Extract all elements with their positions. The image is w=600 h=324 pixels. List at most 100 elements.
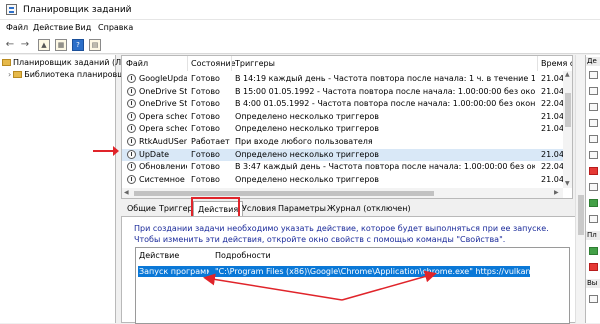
- task-name: Системное о...: [139, 174, 187, 184]
- task-next-run: 22.04.2020 3:47: [541, 162, 563, 172]
- clock-folder-icon: [2, 59, 11, 66]
- task-status: Готово: [191, 149, 220, 159]
- action-row[interactable]: Запуск программы "C:\Program Files (x86)…: [138, 266, 530, 277]
- task-triggers: В 15:00 01.05.1992 - Частота повтора пос…: [235, 86, 535, 96]
- task-clock-icon: [127, 86, 136, 96]
- table-row[interactable]: GoogleUpda... Готово В 14:19 каждый день -…: [122, 73, 572, 85]
- task-list: Файл Состояние Триггеры Время следую Goo…: [121, 55, 573, 199]
- task-triggers: Определено несколько триггеров: [235, 174, 380, 184]
- view-icon[interactable]: [589, 183, 598, 191]
- task-triggers: Определено несколько триггеров: [235, 149, 380, 159]
- task-list-vertical-scrollbar[interactable]: ▲ ▼: [563, 71, 572, 188]
- menu-view[interactable]: Вид: [75, 23, 91, 32]
- column-header-triggers[interactable]: Триггеры: [235, 59, 275, 68]
- task-clock-icon: [127, 111, 136, 121]
- main-vertical-scrollbar[interactable]: [575, 55, 585, 323]
- column-header-status[interactable]: Состояние: [191, 59, 236, 68]
- task-name: GoogleUpda...: [139, 74, 187, 83]
- task-clock-icon: [127, 74, 136, 83]
- disable-icon[interactable]: [589, 135, 598, 143]
- task-icon[interactable]: [589, 87, 598, 95]
- action-pane-section-header: Пл: [586, 231, 600, 240]
- tab-general[interactable]: Общие: [127, 204, 156, 213]
- scroll-left-icon[interactable]: ◀: [124, 189, 129, 196]
- task-status: Готово: [191, 74, 220, 83]
- window-title: Планировщик заданий: [23, 5, 132, 15]
- actions-list: Действие Подробности Запуск программы "C…: [135, 247, 570, 324]
- action-pane-header: Де: [586, 57, 600, 66]
- scroll-thumb[interactable]: [565, 93, 571, 127]
- table-row[interactable]: RtkAudUServ... Работает При входе любого п…: [122, 136, 572, 148]
- task-next-run: 21.04.2020 16:1: [541, 149, 563, 159]
- stop-icon[interactable]: [589, 263, 598, 271]
- menu-action[interactable]: Действие: [33, 23, 73, 32]
- import-icon[interactable]: [589, 103, 598, 111]
- table-row[interactable]: OneDrive Sta... Готово В 15:00 01.05.1992 …: [122, 86, 572, 98]
- task-status: Готово: [191, 174, 220, 184]
- task-name: RtkAudUServ...: [139, 137, 187, 146]
- properties-icon[interactable]: [589, 295, 598, 303]
- task-clock-icon: [127, 137, 136, 146]
- task-name: OneDrive Sta...: [139, 99, 187, 109]
- scroll-thumb[interactable]: [578, 195, 584, 235]
- forward-arrow-icon[interactable]: →: [19, 39, 31, 51]
- scroll-right-icon[interactable]: ▶: [554, 189, 559, 196]
- list-icon[interactable]: [589, 119, 598, 127]
- show-action-pane-icon[interactable]: ▤: [89, 39, 101, 51]
- tab-history[interactable]: Журнал (отключен): [327, 204, 411, 213]
- column-separator: [187, 56, 188, 71]
- delete-icon[interactable]: [589, 167, 598, 175]
- scroll-up-icon[interactable]: ▲: [565, 71, 570, 78]
- help-icon[interactable]: [589, 215, 598, 223]
- task-next-run: 21.04.2020 16:1: [541, 74, 563, 83]
- column-separator: [537, 56, 538, 71]
- back-arrow-icon[interactable]: ←: [4, 39, 16, 51]
- folder-icon: [13, 71, 23, 78]
- refresh-icon[interactable]: [589, 199, 598, 207]
- task-triggers: В 3:47 каждый день - Частота повтора пос…: [235, 162, 535, 172]
- task-next-run: 21.04.2020 16:0: [541, 174, 563, 184]
- task-name: Opera sched...: [139, 124, 187, 134]
- scroll-thumb[interactable]: [134, 191, 434, 196]
- menu-help[interactable]: Справка: [98, 23, 133, 32]
- column-header-details[interactable]: Подробности: [215, 251, 271, 260]
- menu-file[interactable]: Файл: [6, 23, 28, 32]
- new-folder-icon[interactable]: [589, 151, 598, 159]
- table-row[interactable]: Обновление... Готово В 3:47 каждый день - …: [122, 161, 572, 173]
- task-name: Opera sched...: [139, 111, 187, 121]
- task-list-horizontal-scrollbar[interactable]: ◀ ▶: [122, 188, 563, 198]
- tab-settings[interactable]: Параметры: [278, 204, 326, 213]
- task-name: OneDrive Sta...: [139, 86, 187, 96]
- tab-conditions[interactable]: Условия: [242, 204, 276, 213]
- task-clock-icon: [127, 162, 136, 172]
- actions-tab-panel: При создании задачи необходимо указать д…: [121, 216, 585, 324]
- action-pane-section-header: Вы: [586, 279, 600, 288]
- task-name: Обновление...: [139, 162, 187, 172]
- tree-library[interactable]: › Библиотека планировщ: [8, 70, 125, 82]
- task-next-run: 21.04.2020 16:1: [541, 124, 563, 134]
- show-console-tree-icon[interactable]: ▦: [55, 39, 67, 51]
- column-header-action[interactable]: Действие: [139, 251, 179, 260]
- task-scheduler-app-icon: [6, 4, 17, 15]
- annotation-highlight-box: [191, 197, 240, 218]
- action-type: Запуск программы: [139, 267, 209, 276]
- folder-icon[interactable]: [589, 71, 598, 79]
- task-clock-icon: [127, 149, 136, 159]
- task-next-run: 21.04.2020 16:1: [541, 111, 563, 121]
- column-header-name[interactable]: Файл: [126, 59, 148, 68]
- table-row[interactable]: OneDrive Sta... Готово В 4:00 01.05.1992 -…: [122, 98, 572, 110]
- task-clock-icon: [127, 124, 136, 134]
- column-header-next-run[interactable]: Время следую: [541, 59, 572, 68]
- run-icon[interactable]: [589, 247, 598, 255]
- table-row[interactable]: Системное о... Готово Определено несколько…: [122, 174, 572, 186]
- expand-chevron-icon[interactable]: ›: [8, 70, 11, 79]
- scroll-down-icon[interactable]: ▼: [565, 180, 570, 187]
- table-row[interactable]: Opera sched... Готово Определено несколько…: [122, 111, 572, 123]
- table-row[interactable]: UpDate Готово Определено несколько триггер…: [122, 148, 572, 161]
- task-status: Готово: [191, 111, 220, 121]
- table-row[interactable]: Opera sched... Готово Определено несколько…: [122, 123, 572, 135]
- help-icon[interactable]: ?: [72, 39, 84, 51]
- folder-up-icon[interactable]: ▲: [38, 39, 50, 51]
- menu-bar: Файл Действие Вид Справка: [0, 20, 600, 36]
- tree-root[interactable]: Планировщик заданий (Лока: [2, 58, 136, 70]
